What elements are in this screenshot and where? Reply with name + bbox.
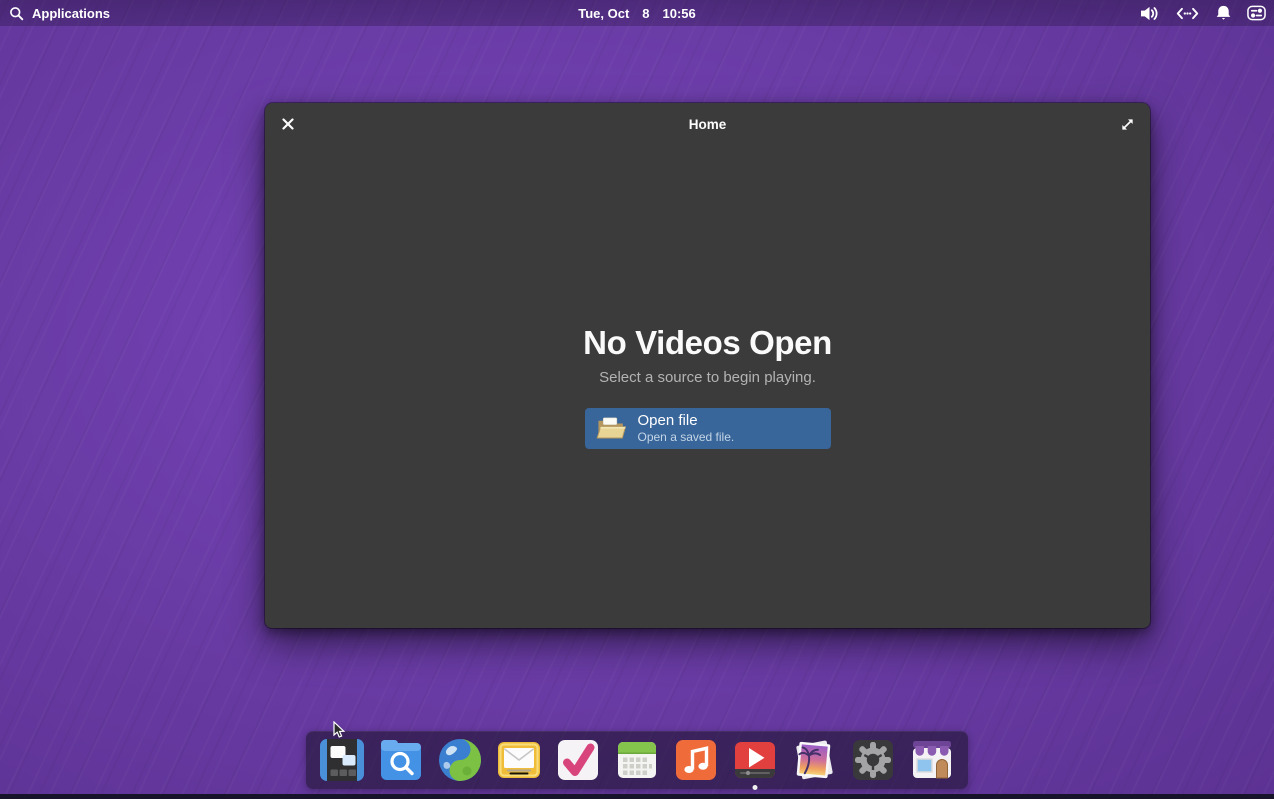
top-panel: Applications Tue, Oct 8 10:56 — [0, 0, 1274, 26]
videos-app-window: Home No Videos Open Select a source to b… — [265, 103, 1150, 628]
maximize-icon — [1120, 117, 1135, 132]
tasks-icon — [554, 736, 602, 784]
appcenter-icon — [908, 736, 956, 784]
open-file-description: Open a saved file. — [638, 431, 735, 445]
sound-icon — [1139, 5, 1160, 22]
panel-day: 8 — [642, 6, 649, 21]
dock-item-videos[interactable] — [731, 736, 779, 784]
system-settings-icon — [849, 736, 897, 784]
maximize-button[interactable] — [1116, 113, 1138, 135]
music-icon — [672, 736, 720, 784]
session-indicator[interactable] — [1247, 5, 1266, 21]
close-button[interactable] — [277, 113, 299, 135]
search-icon — [9, 6, 24, 21]
sound-indicator[interactable] — [1139, 5, 1160, 22]
empty-state-title: No Videos Open — [583, 324, 832, 362]
datetime-indicator[interactable]: Tue, Oct 8 10:56 — [578, 0, 696, 26]
window-title: Home — [689, 117, 727, 132]
session-icon — [1247, 5, 1266, 21]
panel-indicators — [1139, 0, 1266, 26]
videos-icon — [731, 736, 779, 784]
mouse-cursor-icon — [330, 721, 346, 741]
dock-item-tasks[interactable] — [554, 736, 602, 784]
network-icon — [1175, 5, 1200, 22]
notifications-indicator[interactable] — [1215, 4, 1232, 22]
dock-item-multitasking-view[interactable] — [318, 736, 366, 784]
multitasking-view-icon — [318, 736, 366, 784]
mail-icon — [495, 736, 543, 784]
notifications-icon — [1215, 4, 1232, 22]
dock-item-calendar[interactable] — [613, 736, 661, 784]
panel-date: Tue, Oct — [578, 6, 629, 21]
dock-item-appcenter[interactable] — [908, 736, 956, 784]
calendar-icon — [613, 736, 661, 784]
headerbar[interactable]: Home — [265, 103, 1150, 145]
dock-item-mail[interactable] — [495, 736, 543, 784]
panel-time: 10:56 — [663, 6, 696, 21]
empty-state: No Videos Open Select a source to begin … — [265, 145, 1150, 628]
files-icon — [377, 736, 425, 784]
dock-item-web-browser[interactable] — [436, 736, 484, 784]
applications-label: Applications — [32, 6, 110, 21]
network-indicator[interactable] — [1175, 5, 1200, 22]
dock-item-music[interactable] — [672, 736, 720, 784]
close-icon — [282, 118, 294, 130]
running-indicator-dot — [753, 785, 758, 790]
dock-item-system-settings[interactable] — [849, 736, 897, 784]
open-file-text: Open file Open a saved file. — [638, 412, 735, 444]
dock — [306, 731, 968, 789]
dock-item-files[interactable] — [377, 736, 425, 784]
open-file-button[interactable]: Open file Open a saved file. — [585, 408, 831, 449]
folder-icon — [596, 416, 627, 442]
screen-edge-strip — [0, 794, 1274, 799]
dock-item-photos[interactable] — [790, 736, 838, 784]
web-browser-icon — [436, 736, 484, 784]
photos-icon — [790, 736, 838, 784]
empty-state-subtitle: Select a source to begin playing. — [599, 369, 816, 386]
open-file-label: Open file — [638, 412, 735, 429]
applications-menu[interactable]: Applications — [9, 0, 110, 26]
